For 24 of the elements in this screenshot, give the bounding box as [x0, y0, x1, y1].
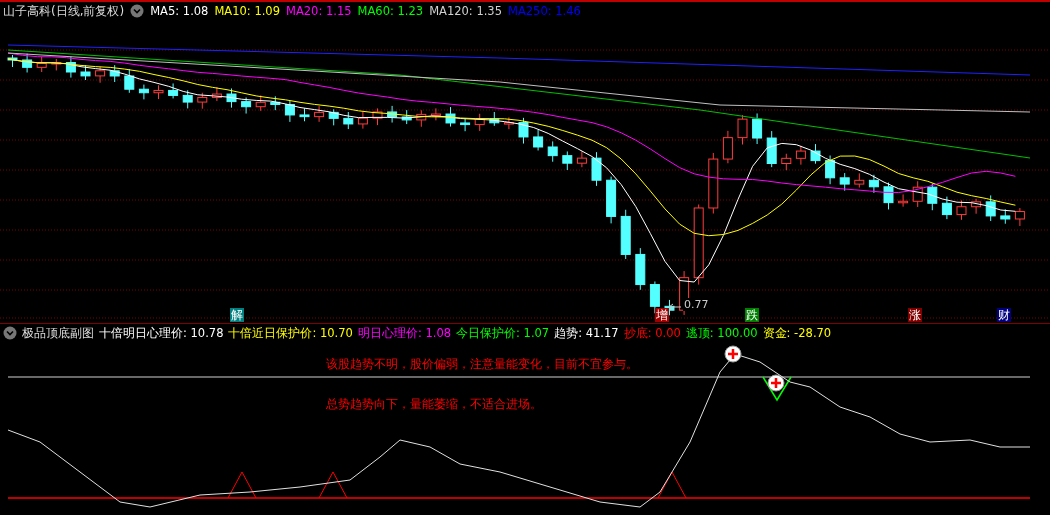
- indicator-value: 抄底: 0.00: [623, 325, 681, 341]
- signal-tag: 跌: [745, 308, 759, 322]
- indicator-title: 极品顶底副图: [22, 324, 94, 342]
- ma-value: MA250: 1.46: [508, 4, 581, 18]
- signal-tag: 解: [230, 308, 244, 322]
- signal-tag: 增: [655, 308, 669, 322]
- signal-tag: 财: [997, 308, 1011, 322]
- indicator-value: 逃顶: 100.00: [685, 325, 758, 341]
- indicator-value: 十倍近日保护价: 10.70: [228, 325, 353, 341]
- ma-value: MA60: 1.23: [357, 4, 424, 18]
- ma-value: MA10: 1.09: [214, 4, 280, 18]
- signal-tag: 涨: [908, 308, 922, 322]
- ma-value: MA20: 1.15: [286, 4, 352, 18]
- advice-text: 总势趋势向下，量能萎缩，不适合进场。: [326, 396, 542, 413]
- ma-value: MA120: 1.35: [429, 4, 502, 18]
- indicator-value: 十倍明日心理价: 10.78: [99, 325, 224, 341]
- low-price-label: 0.77: [683, 298, 710, 311]
- stock-title[interactable]: 山子高科(日线,前复权): [3, 2, 125, 20]
- ma-value: MA5: 1.08: [150, 4, 209, 18]
- indicator-value: 明日心理价: 1.08: [357, 325, 452, 341]
- advice-text: 该股趋势不明，股价偏弱，注意量能变化，目前不宜参与。: [326, 356, 638, 373]
- indicator-value: 资金: -28.70: [762, 325, 832, 341]
- indicator-value: 今日保护价: 1.07: [456, 325, 550, 341]
- indicator-value: 趋势: 41.17: [554, 325, 619, 341]
